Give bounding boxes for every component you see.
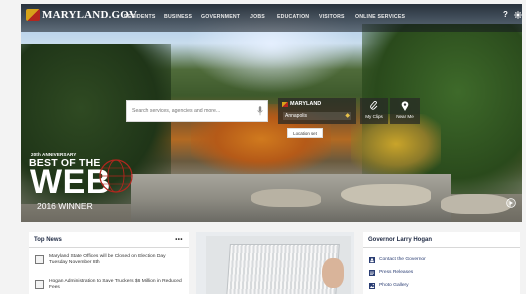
microphone-icon[interactable] bbox=[257, 106, 263, 116]
maryland-flag-icon bbox=[282, 102, 288, 107]
more-options-icon[interactable]: ••• bbox=[175, 237, 183, 243]
site-logo[interactable]: MARYLAND.GOV bbox=[42, 9, 137, 21]
nav-visitors[interactable]: VISITORS bbox=[319, 14, 345, 20]
paperclip-icon bbox=[370, 101, 378, 110]
hero-rock bbox=[341, 184, 431, 206]
star-icon[interactable]: ◆ bbox=[345, 112, 350, 119]
hand-graphic bbox=[322, 258, 344, 288]
hero-rock bbox=[251, 189, 321, 207]
nav-business[interactable]: BUSINESS bbox=[164, 14, 192, 20]
top-news-card: Top News ••• Maryland State Offices will… bbox=[29, 232, 189, 294]
top-news-title: Top News bbox=[34, 237, 62, 243]
news-icon bbox=[35, 255, 44, 264]
card-divider bbox=[363, 247, 520, 248]
my-clips-label: My Clips bbox=[365, 114, 383, 119]
news-icon bbox=[35, 280, 44, 289]
governor-link[interactable]: Photo Gallery bbox=[369, 282, 514, 291]
maryland-flag-icon[interactable] bbox=[26, 9, 40, 21]
photo-gallery-icon bbox=[369, 283, 375, 289]
location-pin-icon bbox=[401, 101, 409, 111]
nav-jobs[interactable]: JOBS bbox=[250, 14, 265, 20]
search-box[interactable] bbox=[126, 100, 268, 122]
award-globe-graphic bbox=[99, 159, 133, 193]
governor-link-label[interactable]: Contact the Governor bbox=[379, 257, 426, 262]
press-release-icon bbox=[369, 270, 375, 276]
hero-rock bbox=[441, 194, 511, 214]
card-divider bbox=[29, 247, 189, 248]
settings-icon[interactable] bbox=[514, 11, 522, 19]
my-clips-button[interactable]: My Clips bbox=[360, 98, 388, 124]
near-me-button[interactable]: Near Me bbox=[390, 98, 420, 124]
feature-image-card[interactable] bbox=[196, 232, 354, 294]
nav-government[interactable]: GOVERNMENT bbox=[201, 14, 240, 20]
contact-icon bbox=[369, 257, 375, 263]
location-city[interactable]: Annapolis bbox=[283, 112, 351, 120]
governor-link-label[interactable]: Photo Gallery bbox=[379, 283, 409, 288]
award-line-3: 2016 WINNER bbox=[37, 201, 93, 211]
governor-link[interactable]: Press Releases bbox=[369, 269, 514, 278]
governor-card: Governor Larry Hogan Contact the Governo… bbox=[363, 232, 520, 294]
location-selector[interactable]: MARYLAND Annapolis ◆ bbox=[278, 98, 356, 124]
nav-education[interactable]: EDUCATION bbox=[277, 14, 309, 20]
nav-online-services[interactable]: ONLINE SERVICES bbox=[355, 14, 405, 20]
help-icon[interactable]: ? bbox=[503, 10, 508, 19]
governor-link[interactable]: Contact the Governor bbox=[369, 256, 514, 265]
news-headline[interactable]: Hogan Administration to Save Truckers $6… bbox=[49, 279, 183, 292]
near-me-label: Near Me bbox=[396, 114, 414, 119]
nav-residents[interactable]: RESIDENTS bbox=[124, 14, 156, 20]
news-headline[interactable]: Maryland State Offices will be Closed on… bbox=[49, 254, 183, 267]
location-state: MARYLAND bbox=[290, 101, 322, 107]
feature-image[interactable] bbox=[206, 236, 351, 294]
governor-link-label[interactable]: Press Releases bbox=[379, 270, 413, 275]
slideshow-icon[interactable] bbox=[506, 198, 516, 208]
location-set-tooltip: Location set bbox=[287, 128, 323, 138]
page: MARYLAND.GOV RESIDENTS BUSINESS GOVERNME… bbox=[0, 0, 526, 294]
search-input[interactable] bbox=[132, 101, 252, 121]
governor-title: Governor Larry Hogan bbox=[368, 237, 433, 243]
